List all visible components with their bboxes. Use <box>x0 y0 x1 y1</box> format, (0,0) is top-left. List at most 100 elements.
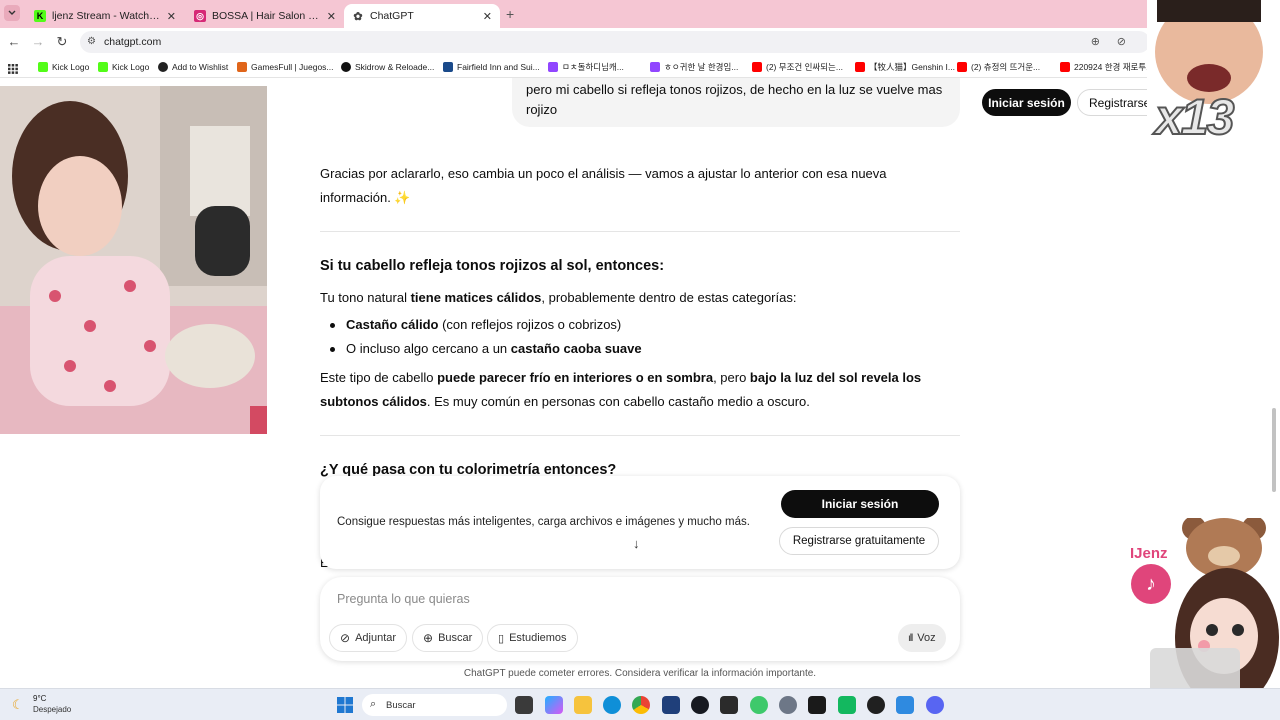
text: Este tipo de cabello <box>320 370 438 385</box>
windows-taskbar: ☾ 9°C Despejado ⌕ Buscar <box>0 688 1280 720</box>
kick-favicon-icon: K <box>34 10 46 22</box>
tone-paragraph: Tu tono natural tiene matices cálidos, p… <box>320 286 960 310</box>
chatgpt-favicon-icon: ✿ <box>353 10 363 23</box>
discord-icon[interactable] <box>926 696 944 714</box>
copilot-icon[interactable] <box>545 696 563 714</box>
bookmark-item[interactable]: (2) 무조건 인싸되는... <box>752 60 843 74</box>
tab-title: BOSSA | Hair Salon (@bossasal <box>212 10 321 22</box>
bold-text: puede parecer frío en interiores o en so… <box>437 370 714 385</box>
text: , pero <box>713 370 750 385</box>
search-label: Buscar <box>386 699 416 711</box>
apps-grid-icon[interactable] <box>8 61 18 74</box>
close-tab-icon[interactable]: ✕ <box>327 10 336 23</box>
bold-text: castaño caoba suave <box>510 340 642 356</box>
twitch-icon <box>548 62 558 72</box>
bookmark-label: Kick Logo <box>112 62 150 72</box>
terminal-icon[interactable] <box>720 696 738 714</box>
file-explorer-icon[interactable] <box>574 696 592 714</box>
browser-toolbar: ← → ↻ ⚙ chatgpt.com ⊕ ⊘ ⋮ <box>0 28 1280 56</box>
taskbar-search-box[interactable]: ⌕ Buscar <box>362 694 507 716</box>
list-item: Castaño cálido (con reflejos rojizos o c… <box>328 313 948 337</box>
bookmark-item[interactable]: Kick Logo <box>38 60 89 74</box>
new-tab-button[interactable]: + <box>506 6 514 22</box>
bookmarks-bar: Kick Logo Kick Logo Add to Wishlist Game… <box>0 56 1280 78</box>
edge-icon[interactable] <box>603 696 621 714</box>
youtube-icon <box>855 62 865 72</box>
bookmark-label: ㅁㅊ돌하디님캐... <box>562 62 624 72</box>
kick-icon <box>98 62 108 72</box>
bookmark-label: 220924 한경 재로투... <box>1074 62 1154 72</box>
bookmark-label: (2) 츄정의 뜨거운... <box>971 62 1041 72</box>
text: Tu tono natural <box>320 290 411 305</box>
voice-button[interactable]: ıll Voz <box>898 624 946 652</box>
weather-temp: 9°C <box>33 694 47 703</box>
chrome-icon[interactable] <box>632 696 650 714</box>
twitch-icon <box>650 62 660 72</box>
chip-label: Adjuntar <box>355 632 397 644</box>
epic-games-icon[interactable] <box>808 696 826 714</box>
bookmark-item[interactable]: ㅁㅊ돌하디님캐... <box>548 60 624 74</box>
tab-chatgpt[interactable]: ✿ ChatGPT ✕ <box>344 4 500 28</box>
eye-slash-icon[interactable]: ⊘ <box>1117 35 1126 48</box>
promo-text: Consigue respuestas más inteligentes, ca… <box>337 516 750 528</box>
search-button[interactable]: ⊕ Buscar <box>412 624 484 652</box>
bookmark-label: 【牧人猫】Genshin I... <box>869 62 955 72</box>
youtube-icon <box>1060 62 1070 72</box>
back-arrow-icon[interactable]: ← <box>6 34 22 50</box>
scrollbar-thumb[interactable] <box>1272 408 1276 492</box>
bookmark-item[interactable]: ㅎㅇ귀한 날 한경임... <box>650 60 738 74</box>
bookmark-item[interactable]: (2) 츄정의 뜨거운... <box>957 60 1040 74</box>
steam-icon[interactable] <box>691 696 709 714</box>
scroll-down-arrow-icon[interactable]: ↓ <box>633 536 640 551</box>
header-login-button[interactable]: Iniciar sesión <box>982 89 1071 116</box>
promo-login-button[interactable]: Iniciar sesión <box>781 490 939 518</box>
site-info-icon[interactable]: ⚙ <box>87 36 96 47</box>
assistant-intro-paragraph: Gracias por aclararlo, eso cambia un poc… <box>320 166 887 205</box>
chrome-canary-icon[interactable] <box>750 696 768 714</box>
attach-button[interactable]: ⊘ Adjuntar <box>329 624 408 652</box>
reload-icon[interactable]: ↻ <box>54 34 70 50</box>
bookmark-item[interactable]: Fairfield Inn and Sui... <box>443 60 540 74</box>
bookmark-item[interactable]: Skidrow & Reloade... <box>341 60 434 74</box>
obs-icon[interactable] <box>867 696 885 714</box>
tab-bossa-instagram[interactable]: ◎ BOSSA | Hair Salon (@bossasal ✕ <box>186 4 344 28</box>
study-button[interactable]: ▯ Estudiemos <box>487 624 578 652</box>
kick-app-icon[interactable] <box>838 696 856 714</box>
task-view-icon[interactable] <box>515 696 533 714</box>
multiplier-text: x13 <box>1154 88 1235 146</box>
list-item: O incluso algo cercano a un castaño caob… <box>328 337 948 361</box>
bookmark-item[interactable]: GamesFull | Juegos... <box>237 60 334 74</box>
bookmark-item[interactable]: 220924 한경 재로투... <box>1060 60 1153 74</box>
bookmark-item[interactable]: Kick Logo <box>98 60 149 74</box>
photos-icon[interactable] <box>896 696 914 714</box>
bookmark-item[interactable]: 【牧人猫】Genshin I... <box>855 60 955 74</box>
categories-list: Castaño cálido (con reflejos rojizos o c… <box>328 313 948 360</box>
chip-label: Voz <box>917 632 936 644</box>
text: O incluso algo cercano a un <box>346 340 511 356</box>
bookmark-label: Kick Logo <box>52 62 90 72</box>
text: . Es muy común en personas con cabello c… <box>426 393 810 409</box>
tab-search-chevron-icon[interactable] <box>4 5 20 21</box>
promo-register-button[interactable]: Registrarse gratuitamente <box>779 527 939 555</box>
signup-promo-card: Consigue respuestas más inteligentes, ca… <box>320 476 960 569</box>
address-bar[interactable]: ⚙ chatgpt.com ⊕ ⊘ <box>80 31 1150 53</box>
bookmark-label: Fairfield Inn and Sui... <box>457 62 540 72</box>
zoom-icon[interactable]: ⊕ <box>1091 35 1100 48</box>
globe-icon: ⊕ <box>423 631 434 645</box>
marriott-icon <box>443 62 453 72</box>
bookmark-label: ㅎㅇ귀한 날 한경임... <box>664 62 739 72</box>
settings-gear-icon[interactable] <box>779 696 797 714</box>
bookmark-item[interactable]: Add to Wishlist <box>158 60 228 74</box>
section-heading: Si tu cabello refleja tonos rojizos al s… <box>320 258 665 274</box>
tab-kick-stream[interactable]: K ljenz Stream - Watch Live on Ki ✕ <box>26 4 184 28</box>
search-icon: ⌕ <box>370 698 377 710</box>
prompt-input[interactable]: Pregunta lo que quieras <box>337 592 470 606</box>
instagram-favicon-icon: ◎ <box>194 10 206 22</box>
close-tab-icon[interactable]: ✕ <box>483 10 492 23</box>
windows-start-icon[interactable] <box>337 697 353 713</box>
forward-arrow-icon[interactable]: → <box>30 34 46 50</box>
text: , probablemente dentro de estas categorí… <box>541 290 797 305</box>
close-tab-icon[interactable]: ✕ <box>167 10 176 23</box>
paperclip-icon: ⊘ <box>340 631 351 645</box>
store-icon[interactable] <box>662 696 680 714</box>
